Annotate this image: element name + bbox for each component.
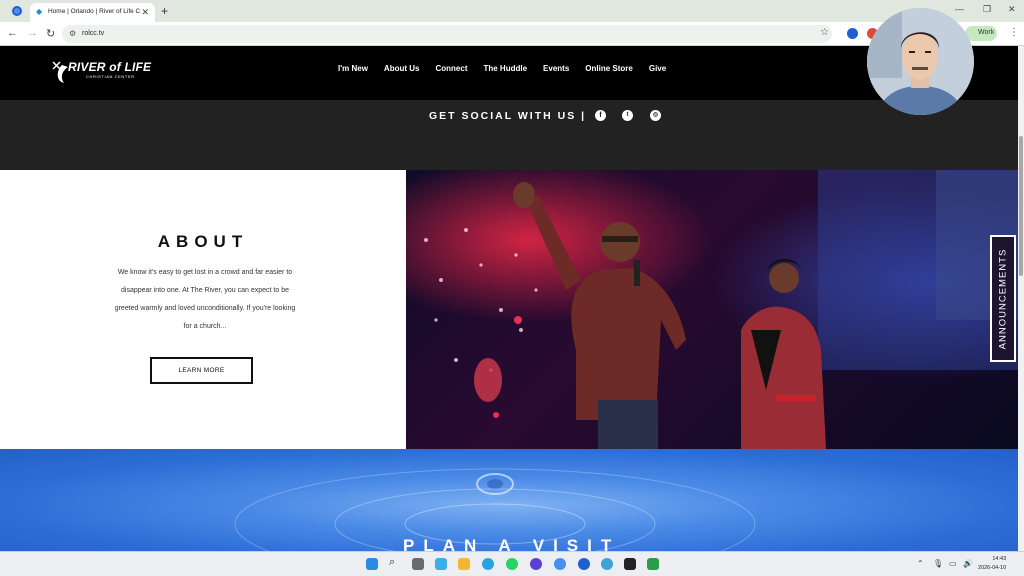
browser-menu-icon[interactable]: ⋮ — [1009, 27, 1019, 38]
profile-chip[interactable]: Work — [965, 26, 997, 41]
taskbar-clock[interactable]: 14:43 2026-04-10 — [978, 555, 1006, 573]
facebook-icon[interactable]: f — [595, 110, 606, 121]
spreadsheet-icon[interactable] — [647, 558, 659, 570]
nav-item-the-huddle[interactable]: The Huddle — [483, 64, 527, 73]
about-title: ABOUT — [157, 232, 249, 251]
network-icon[interactable]: ▭ — [949, 559, 957, 568]
nav-item-connect[interactable]: Connect — [435, 64, 467, 73]
url-text: rolcc.tv — [82, 30, 105, 37]
stage-photo-illustration — [406, 170, 1018, 449]
announcements-tab[interactable]: ANNOUNCEMENTS — [990, 235, 1016, 362]
browser-logo-icon[interactable] — [12, 6, 22, 16]
logo-subtext: CHRISTIAN CENTER — [86, 74, 135, 79]
forward-icon[interactable]: → — [27, 27, 38, 39]
browser-tab-active[interactable]: ◆ Home | Orlando | River of Life C ✕ — [30, 3, 155, 22]
about-section: ABOUT We know it's easy to get lost in a… — [0, 170, 406, 449]
nav-item-events[interactable]: Events — [543, 64, 569, 73]
webcam-overlay — [867, 8, 974, 115]
telegram-icon[interactable] — [482, 558, 494, 570]
main-nav: I'm New About Us Connect The Huddle Even… — [338, 64, 666, 73]
scrollbar-thumb[interactable] — [1019, 136, 1023, 276]
reload-icon[interactable]: ↻ — [46, 27, 55, 40]
maximize-button[interactable]: ❐ — [983, 4, 991, 15]
obs-icon[interactable] — [624, 558, 636, 570]
nav-item-online-store[interactable]: Online Store — [585, 64, 633, 73]
calculator-icon[interactable] — [412, 558, 424, 570]
logo-text: RIVER of LIFE — [68, 60, 152, 74]
os-taskbar: ⌕ ⌃ 🎙 ▭ 🔊 14:43 2026-04-10 — [0, 551, 1024, 576]
announcements-label: ANNOUNCEMENTS — [997, 248, 1009, 349]
browser-tab-bar: ◆ Home | Orlando | River of Life C ✕ + —… — [0, 0, 1024, 22]
whatsapp-icon[interactable] — [506, 558, 518, 570]
profile-label: Work — [978, 29, 995, 36]
learn-more-button[interactable]: LEARN MORE — [150, 357, 253, 384]
task-view-icon[interactable] — [435, 558, 447, 570]
volume-icon[interactable]: 🔊 — [963, 559, 973, 568]
clock-date: 2026-04-10 — [978, 565, 1007, 571]
start-menu-icon[interactable] — [366, 558, 378, 570]
close-window-button[interactable]: ✕ — [1008, 4, 1016, 15]
social-label: GET SOCIAL WITH US | — [429, 110, 587, 122]
clock-time: 14:43 — [992, 556, 1007, 562]
site-favicon-icon: ◆ — [36, 7, 43, 16]
nav-item-about-us[interactable]: About Us — [384, 64, 420, 73]
chrome-icon[interactable] — [554, 558, 566, 570]
tab-close-icon[interactable]: ✕ — [141, 7, 149, 18]
file-explorer-icon[interactable] — [458, 558, 470, 570]
about-body: We know it's easy to get lost in a crowd… — [114, 269, 296, 330]
site-info-icon[interactable]: ⚙ — [69, 29, 76, 38]
page-scrollbar[interactable] — [1018, 46, 1024, 551]
instagram-icon[interactable]: ◎ — [650, 110, 661, 121]
nav-item-im-new[interactable]: I'm New — [338, 64, 368, 73]
microphone-icon[interactable]: 🎙 — [933, 559, 943, 568]
logo-dove-icon — [52, 61, 68, 83]
extension-1password-icon[interactable] — [847, 28, 858, 39]
presenter-face-illustration — [867, 8, 974, 115]
search-icon[interactable]: ⌕ — [389, 556, 401, 568]
twitter-icon[interactable]: t — [622, 110, 633, 121]
browser-icon[interactable] — [601, 558, 613, 570]
hero-image — [406, 170, 1018, 449]
social-strip: GET SOCIAL WITH US | f t ◎ — [0, 100, 1018, 170]
tray-chevron-icon[interactable]: ⌃ — [917, 559, 924, 568]
plan-visit-title: PLAN A VISIT — [403, 536, 621, 551]
site-logo[interactable]: RIVER of LIFE CHRISTIAN CENTER — [50, 57, 160, 87]
minimize-button[interactable]: — — [955, 4, 964, 14]
plan-visit-section: PLAN A VISIT — [0, 449, 1018, 551]
nav-item-give[interactable]: Give — [649, 64, 666, 73]
site-header: RIVER of LIFE CHRISTIAN CENTER I'm New A… — [0, 46, 1018, 100]
address-bar[interactable]: ⚙ rolcc.tv — [62, 25, 832, 43]
tab-title: Home | Orlando | River of Life C — [48, 8, 141, 15]
back-icon[interactable]: ← — [7, 27, 18, 39]
new-tab-button[interactable]: + — [161, 4, 168, 18]
password-manager-icon[interactable] — [578, 558, 590, 570]
bookmark-star-icon[interactable]: ☆ — [820, 27, 829, 38]
app-icon[interactable] — [530, 558, 542, 570]
